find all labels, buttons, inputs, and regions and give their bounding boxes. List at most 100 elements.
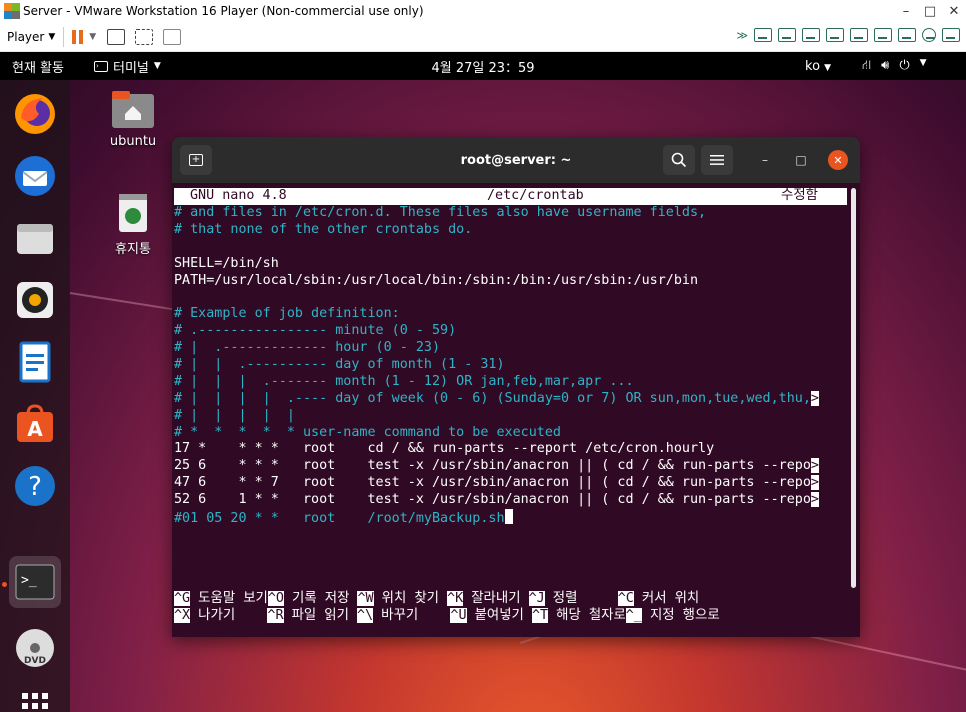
shortcut-label: 파일 읽기 [283, 608, 357, 623]
gnome-top-bar: 현재 활동 › 터미널 ▼ 4월 27일 23：59 ko ▼ ⛙ 🔊︎ ⏻ ▼ [0, 52, 966, 80]
editor-line-text: # | .------------- hour (0 - 23) [174, 340, 441, 356]
software-icon[interactable]: A [9, 398, 61, 450]
editor-line-text: # | | | .------- month (1 - 12) OR jan,f… [174, 373, 634, 389]
editor-line: # | | | | .---- day of week (0 - 6) (Sun… [174, 390, 850, 408]
hard-disk-icon[interactable] [826, 28, 844, 42]
shortcut-label: 커서 위치 [633, 591, 700, 606]
caret-down-icon: ▼ [919, 57, 927, 68]
shortcut-key: ^G [174, 591, 191, 606]
editor-line: # * * * * * user-name command to be exec… [174, 425, 850, 442]
nano-help-row: ^G 도움말 보기^O 기록 저장 ^W 위치 찾기 ^K 잘라내기 ^J 정렬… [174, 591, 850, 608]
new-tab-button[interactable]: + [180, 145, 212, 175]
shortcut-key: ^\ [357, 608, 374, 623]
send-ctrl-alt-del-icon[interactable] [107, 28, 126, 45]
editor-content[interactable]: # and files in /etc/cron.d. These files … [174, 205, 850, 526]
terminal-scrollbar[interactable] [851, 188, 856, 588]
shortcut-key: ^X [174, 608, 191, 623]
hard-disk-icon[interactable] [802, 28, 820, 42]
hamburger-icon [710, 155, 724, 165]
shortcut-key: ^O [267, 591, 284, 606]
shortcut-label: 나가기 [190, 608, 268, 623]
editor-line: # | | | | | [174, 408, 850, 425]
nano-help-row: ^X 나가기 ^R 파일 읽기 ^\ 바꾸기 ^U 붙여넣기 ^T 해당 철자로… [174, 608, 850, 625]
chevron-down-icon: ▼ [48, 31, 56, 42]
editor-line-text: # | | | | .---- day of week (0 - 6) (Sun… [174, 390, 811, 406]
hard-disk-icon[interactable] [874, 28, 892, 42]
close-button[interactable]: ✕ [828, 150, 848, 170]
editor-line-text: # | | .---------- day of month (1 - 31) [174, 357, 505, 373]
close-button[interactable]: ✕ [942, 4, 966, 19]
shortcut-key: ^T [531, 608, 549, 623]
editor-line-text: 47 6 * * 7 root test -x /usr/sbin/anacro… [174, 475, 811, 491]
shortcut-key: ^C [617, 591, 634, 606]
editor-line-text: #01 05 20 * * root /root/myBackup.sh [174, 511, 505, 526]
activities-button[interactable]: 현재 활동 [12, 57, 64, 76]
line-continuation-marker: > [810, 458, 819, 474]
vmware-logo-icon [4, 3, 20, 19]
editor-line: PATH=/usr/local/sbin:/usr/local/bin:/sbi… [174, 273, 850, 290]
hard-disk-icon[interactable] [850, 28, 868, 42]
maximize-button[interactable]: □ [918, 4, 942, 19]
desktop-icon-label: ubuntu [109, 134, 157, 149]
more-devices-icon[interactable]: ≫ [736, 29, 748, 42]
desktop-icon-home[interactable]: ubuntu [106, 88, 160, 149]
player-menu-button[interactable]: Player ▼ [7, 30, 55, 44]
editor-line-text: SHELL=/bin/sh [174, 255, 279, 271]
search-button[interactable] [663, 145, 695, 175]
toolbar-divider [63, 26, 65, 47]
editor-line-text: 52 6 1 * * root test -x /usr/sbin/anacro… [174, 492, 811, 508]
terminal-body[interactable]: GNU nano 4.8 /etc/crontab 수정함 # and file… [172, 183, 860, 637]
system-menu-button[interactable]: ⛙ 🔊︎ ⏻ ▼ [862, 58, 927, 75]
caret-down-icon: ▼ [153, 61, 161, 71]
hard-disk-icon[interactable] [754, 28, 772, 42]
thunderbird-icon[interactable] [9, 150, 61, 202]
text-cursor [504, 509, 513, 525]
editor-line: 52 6 1 * * root test -x /usr/sbin/anacro… [174, 492, 850, 509]
shortcut-label: 기록 저장 [283, 591, 358, 606]
unity-mode-icon[interactable] [163, 28, 182, 45]
hard-disk-icon[interactable] [778, 28, 796, 42]
clock[interactable]: 4월 27일 23：59 [431, 61, 534, 76]
input-method-button[interactable]: ko ▼ [805, 59, 831, 74]
editor-line-text: # | | | | | [174, 407, 295, 423]
minimize-button[interactable]: – [894, 4, 918, 19]
display-icon[interactable] [942, 28, 960, 42]
writer-icon[interactable] [9, 336, 61, 388]
editor-line: # and files in /etc/cron.d. These files … [174, 205, 850, 222]
desktop-icon-trash[interactable]: 휴지통 [106, 190, 160, 257]
nano-modified-status: 수정함 [781, 188, 818, 203]
home-folder-icon [112, 91, 154, 128]
fullscreen-icon[interactable] [135, 28, 154, 45]
network-icon[interactable] [922, 28, 936, 42]
editor-line-text: # .---------------- minute (0 - 59) [174, 323, 457, 339]
terminal-icon[interactable]: >_ [9, 556, 61, 608]
app-grid-icon[interactable] [9, 680, 61, 712]
dvd-icon[interactable]: DVD [9, 622, 61, 674]
caret-down-icon: ▼ [824, 62, 832, 73]
hard-disk-icon[interactable] [898, 28, 916, 42]
editor-line: # | | .---------- day of month (1 - 31) [174, 357, 850, 374]
editor-line: # | .------------- hour (0 - 23) [174, 340, 850, 357]
new-tab-icon: + [189, 154, 203, 166]
app-menu-button[interactable]: › 터미널 ▼ [93, 57, 161, 76]
help-icon[interactable]: ? [9, 460, 61, 512]
nano-version: GNU nano 4.8 [190, 188, 287, 203]
editor-line: 25 6 * * * root test -x /usr/sbin/anacro… [174, 458, 850, 475]
chevron-down-icon[interactable]: ▼ [89, 32, 96, 42]
editor-line: #01 05 20 * * root /root/myBackup.sh [174, 509, 850, 526]
minimize-button[interactable]: – [755, 150, 775, 170]
editor-line-text: PATH=/usr/local/sbin:/usr/local/bin:/sbi… [174, 272, 699, 288]
power-icon: ⏻ [899, 57, 910, 73]
shortcut-key: ^_ [625, 608, 642, 623]
pause-icon[interactable] [72, 29, 84, 44]
editor-line: 47 6 * * 7 root test -x /usr/sbin/anacro… [174, 475, 850, 492]
editor-line-text: # that none of the other crontabs do. [174, 221, 473, 237]
files-icon[interactable] [9, 212, 61, 264]
svg-text:?: ? [28, 472, 42, 502]
firefox-icon[interactable] [9, 88, 61, 140]
search-icon [671, 152, 687, 168]
menu-button[interactable] [701, 145, 733, 175]
rhythmbox-icon[interactable] [9, 274, 61, 326]
maximize-button[interactable]: □ [791, 150, 811, 170]
